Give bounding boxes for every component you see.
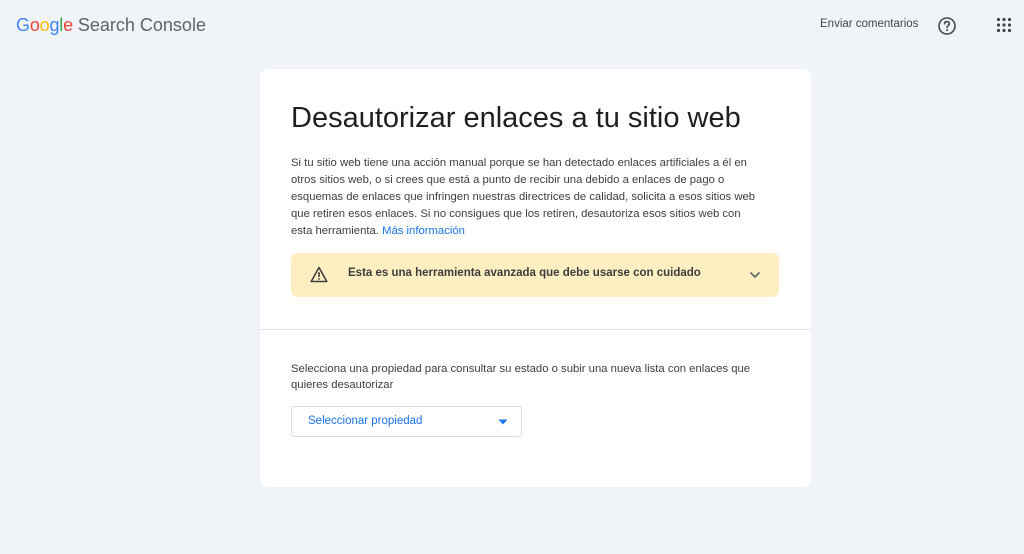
page-title: Desautorizar enlaces a tu sitio web (291, 102, 741, 134)
advanced-tool-warning[interactable]: Esta es una herramienta avanzada que deb… (291, 253, 779, 297)
dropdown-caret-icon (498, 419, 508, 425)
logo-letter: o (39, 15, 50, 35)
tool-description: Si tu sitio web tiene una acción manual … (291, 155, 761, 240)
apps-grid-icon[interactable] (996, 17, 1012, 33)
send-feedback-link[interactable]: Enviar comentarios (820, 18, 918, 30)
learn-more-link[interactable]: Más información (382, 225, 465, 237)
chevron-down-icon[interactable] (749, 270, 761, 280)
help-circle-icon[interactable] (937, 16, 957, 36)
disavow-links-card: Desautorizar enlaces a tu sitio web Si t… (260, 69, 811, 487)
product-name: Search Console (77, 15, 206, 35)
logo-letter: G (16, 15, 30, 35)
logo-letter: e (63, 15, 73, 35)
section-divider (260, 329, 811, 330)
logo-letter: o (29, 15, 40, 35)
property-select[interactable]: Seleccionar propiedad (291, 406, 522, 437)
warning-text: Esta es una herramienta avanzada que deb… (348, 267, 701, 279)
property-select-value: Seleccionar propiedad (308, 415, 423, 427)
logo-letter: g (49, 15, 60, 35)
warning-triangle-icon (310, 266, 328, 283)
google-search-console-logo[interactable]: Google Search Console (16, 14, 206, 36)
description-text: Si tu sitio web tiene una acción manual … (291, 157, 756, 237)
top-bar: Google Search Console Enviar comentarios (0, 0, 1024, 50)
property-prompt: Selecciona una propiedad para consultar … (291, 363, 751, 391)
